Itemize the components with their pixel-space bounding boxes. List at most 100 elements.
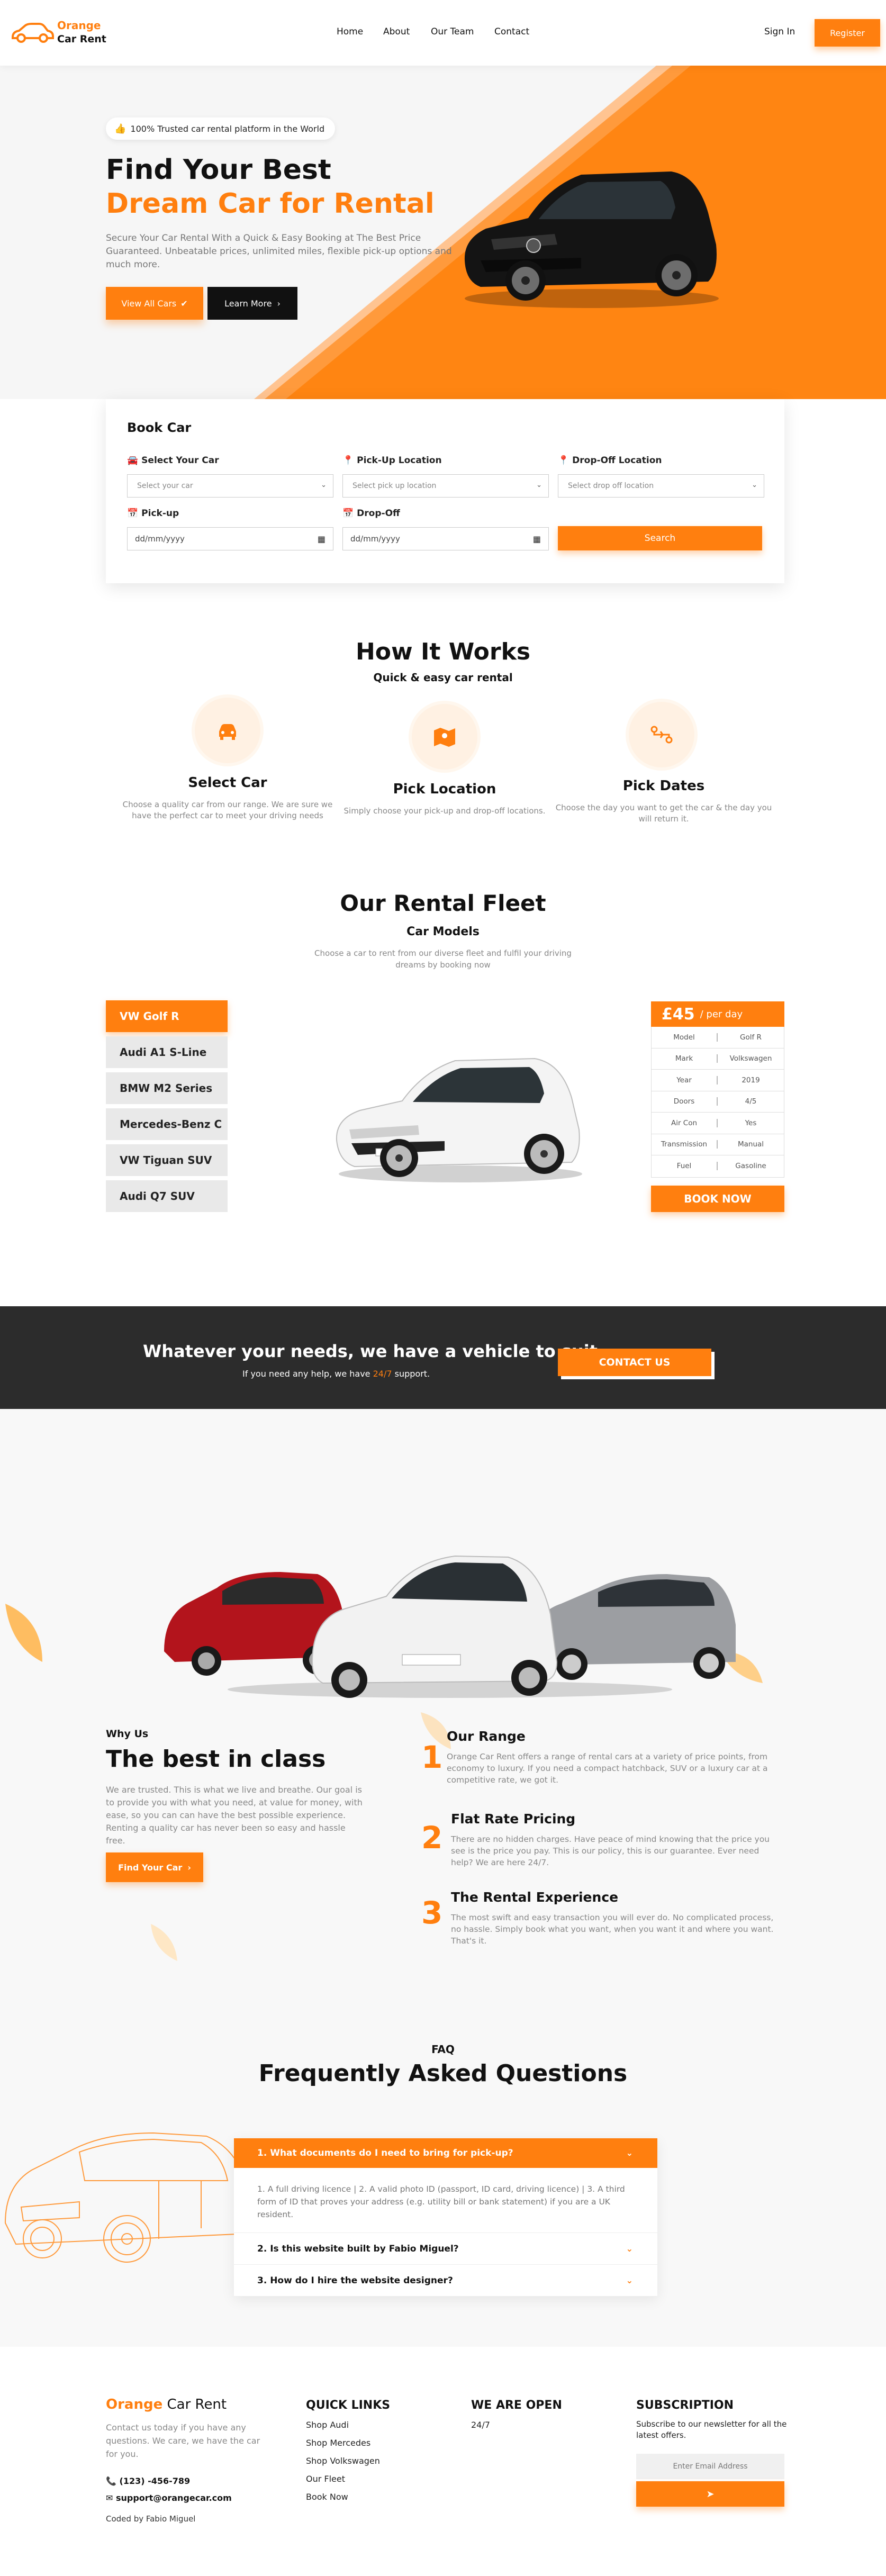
chevron-down-icon: ⌄ — [626, 2275, 633, 2285]
footer-brand-orange: Orange — [106, 2397, 163, 2412]
how-it-works-subtitle: Quick & easy car rental — [373, 671, 513, 684]
banner-text-highlight: 24/7 — [373, 1369, 392, 1379]
dropoff-date-placeholder: dd/mm/yyyy — [350, 534, 400, 544]
step-title-select-car: Select Car — [188, 775, 267, 791]
price-header: £45 / per day — [651, 1001, 784, 1027]
spec-value: Volkswagen — [729, 1054, 772, 1063]
footer-phone[interactable]: 📞 (123) -456-789 — [106, 2476, 190, 2486]
learn-more-button[interactable]: Learn More › — [207, 287, 297, 320]
footer-link-shop-mercedes[interactable]: Shop Mercedes — [306, 2438, 370, 2448]
dropoff-location-dropdown[interactable]: Select drop off location ⌄ — [558, 474, 764, 498]
footer-link-shop-audi[interactable]: Shop Audi — [306, 2420, 349, 2430]
fleet-model-vw-tiguan[interactable]: VW Tiguan SUV — [106, 1144, 228, 1176]
footer-brand-rest: Car Rent — [162, 2397, 227, 2412]
fleet-model-audi-a1[interactable]: Audi A1 S-Line — [106, 1036, 228, 1068]
banner-text-before: If you need any help, we have — [242, 1369, 373, 1379]
spec-value: Yes — [745, 1118, 757, 1127]
route-icon — [650, 726, 673, 744]
fleet-title: Our Rental Fleet — [340, 890, 546, 916]
banner-title: Whatever your needs, we have a vehicle t… — [143, 1341, 598, 1361]
faq-answer-1: 1. A full driving licence | 2. A valid p… — [234, 2168, 657, 2233]
faq-question-1-text: 1. What documents do I need to bring for… — [257, 2148, 513, 2158]
nav-link-contact[interactable]: Contact — [494, 26, 529, 37]
feature-number: 2 — [421, 1820, 443, 1856]
calendar-icon: 📅 — [127, 508, 139, 519]
view-all-cars-button[interactable]: View All Cars ✔ — [106, 287, 203, 320]
fleet-subtitle: Car Models — [406, 925, 480, 938]
chevron-down-icon: ⌄ — [626, 2244, 633, 2254]
calendar-icon[interactable]: ▦ — [533, 534, 541, 544]
check-circle-icon: ✔ — [180, 298, 188, 309]
faq-label: FAQ — [431, 2043, 455, 2056]
footer-link-our-fleet[interactable]: Our Fleet — [306, 2474, 345, 2484]
calendar-icon[interactable]: ▦ — [318, 534, 326, 544]
register-button[interactable]: Register — [815, 19, 880, 47]
feature-number: 1 — [421, 1739, 443, 1775]
spec-row: Year 2019 — [652, 1070, 784, 1091]
spec-value: 2019 — [742, 1075, 760, 1084]
car-icon — [219, 724, 236, 740]
spec-value: 4/5 — [745, 1097, 757, 1106]
hero-title-line2: Dream Car for Rental — [106, 188, 435, 220]
chevron-down-icon: ⌄ — [536, 481, 542, 489]
chevron-down-icon: ⌄ — [626, 2148, 633, 2158]
footer-phone-text: (123) -456-789 — [119, 2476, 191, 2486]
faq-question-1[interactable]: 1. What documents do I need to bring for… — [234, 2138, 657, 2168]
feature-text-flat-rate: There are no hidden charges. Have peace … — [451, 1834, 770, 1867]
feature-text-rental-experience: The most swift and easy transaction you … — [451, 1913, 774, 1946]
car-icon: 🚘 — [127, 455, 139, 466]
spec-value: Gasoline — [735, 1162, 766, 1171]
nav-link-home[interactable]: Home — [337, 26, 363, 37]
feature-title-our-range: Our Range — [447, 1729, 526, 1744]
calendar-icon: 📅 — [342, 508, 354, 519]
pick-location-step-circle — [412, 704, 477, 770]
footer-description: Contact us today if you have any questio… — [106, 2423, 260, 2459]
fleet-description: Choose a car to rent from our diverse fl… — [314, 948, 572, 970]
banner-text-after: support. — [392, 1369, 430, 1379]
spec-value: Manual — [737, 1140, 764, 1149]
spec-value: Golf R — [740, 1033, 762, 1042]
fleet-model-audi-q7[interactable]: Audi Q7 SUV — [106, 1180, 228, 1212]
spec-key: Transmission — [652, 1140, 718, 1149]
pickup-date-input[interactable]: dd/mm/yyyy ▦ — [127, 527, 333, 550]
nav-link-about[interactable]: About — [383, 26, 410, 37]
nav-link-our-team[interactable]: Our Team — [431, 26, 474, 37]
hero-title-line1: Find Your Best — [106, 154, 331, 186]
feature-number: 3 — [421, 1895, 443, 1931]
pickup-date-label-text: Pick-up — [141, 508, 179, 519]
price-per-day: / per day — [700, 1008, 743, 1020]
step-text-select-car: Choose a quality car from our range. We … — [122, 800, 333, 820]
find-your-car-button[interactable]: Find Your Car › — [106, 1852, 203, 1882]
fleet-model-vw-golf-r[interactable]: VW Golf R — [106, 1000, 228, 1032]
spec-row: Model Golf R — [652, 1027, 784, 1049]
sign-in-link[interactable]: Sign In — [764, 26, 795, 37]
newsletter-email-input[interactable]: Enter Email Address — [636, 2454, 784, 2479]
fleet-model-bmw-m2[interactable]: BMW M2 Series — [106, 1072, 228, 1104]
why-us-title: The best in class — [106, 1746, 326, 1773]
newsletter-submit-button[interactable]: ➤ — [636, 2481, 784, 2507]
faq-question-2[interactable]: 2. Is this website built by Fabio Miguel… — [234, 2233, 657, 2265]
faq-question-3[interactable]: 3. How do I hire the website designer? ⌄ — [234, 2265, 657, 2297]
logo-word-car-rent[interactable]: Car Rent — [57, 33, 106, 45]
footer-credits: Coded by Fabio Miguel — [106, 2514, 196, 2524]
why-us-label: Why Us — [106, 1728, 149, 1740]
search-button[interactable]: Search — [558, 526, 762, 550]
footer-link-book-now[interactable]: Book Now — [306, 2492, 348, 2502]
footer-link-shop-volkswagen[interactable]: Shop Volkswagen — [306, 2456, 380, 2466]
fleet-model-mercedes-c[interactable]: Mercedes-Benz C — [106, 1108, 228, 1140]
logo-word-orange[interactable]: Orange — [57, 19, 101, 32]
phone-icon: 📞 — [106, 2476, 120, 2486]
dropoff-date-input[interactable]: dd/mm/yyyy ▦ — [342, 527, 549, 550]
book-now-button[interactable]: BOOK NOW — [651, 1186, 784, 1212]
footer-email[interactable]: ✉ support@orangecar.com — [106, 2493, 232, 2503]
logo-car-icon[interactable] — [11, 22, 54, 43]
footer-email-text: support@orangecar.com — [115, 2493, 232, 2503]
subscription-title: SUBSCRIPTION — [636, 2399, 734, 2412]
booking-title: Book Car — [127, 420, 192, 435]
location-pin-icon: 📍 — [342, 455, 354, 466]
footer-brand: Orange Car Rent — [106, 2397, 227, 2412]
contact-us-button[interactable]: CONTACT US — [558, 1349, 711, 1376]
pickup-location-dropdown[interactable]: Select pick up location ⌄ — [342, 474, 549, 498]
pickup-date-label: 📅 Pick-up — [127, 508, 179, 519]
select-car-dropdown[interactable]: Select your car ⌄ — [127, 474, 333, 498]
